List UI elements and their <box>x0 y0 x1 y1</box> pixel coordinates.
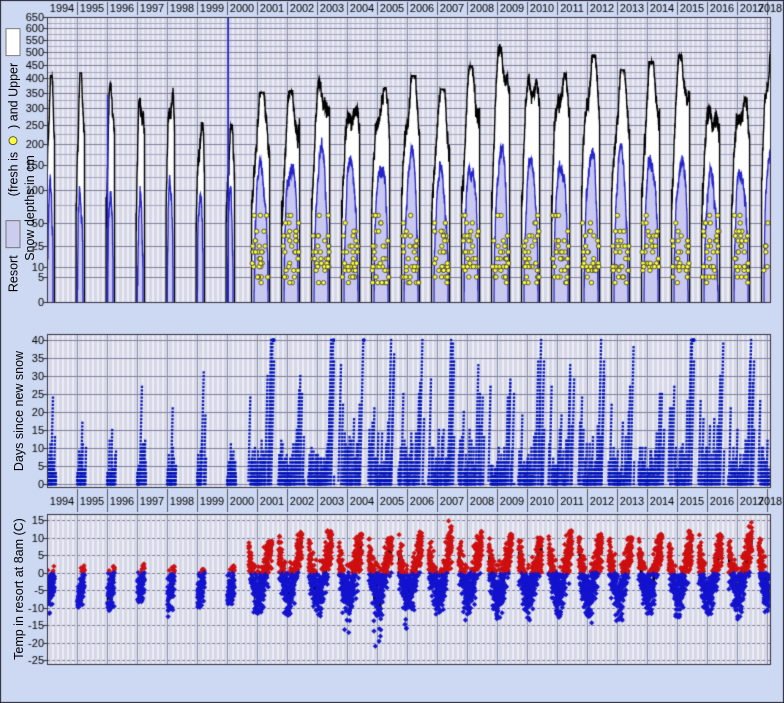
resort-label: Resort <box>6 255 20 292</box>
axis-label-temp: Temp in resort at 8am (C) <box>12 518 26 660</box>
chart-canvas <box>0 0 784 703</box>
upper-color-swatch <box>6 28 21 56</box>
fresh-label-suffix: ) and Upper <box>6 63 20 129</box>
axis-label-days-since-snow: Days since new snow <box>12 351 26 471</box>
axis-label-snow-depths: Snow depths in cm <box>23 155 37 261</box>
snow-history-chart: Resort (fresh is ) and Upper Snow depths… <box>0 0 784 703</box>
axis-label-snow-legend: Resort (fresh is ) and Upper <box>6 28 21 292</box>
fresh-label-prefix: (fresh is <box>6 152 20 196</box>
resort-color-swatch <box>6 220 21 248</box>
fresh-snow-dot-icon <box>9 136 18 145</box>
